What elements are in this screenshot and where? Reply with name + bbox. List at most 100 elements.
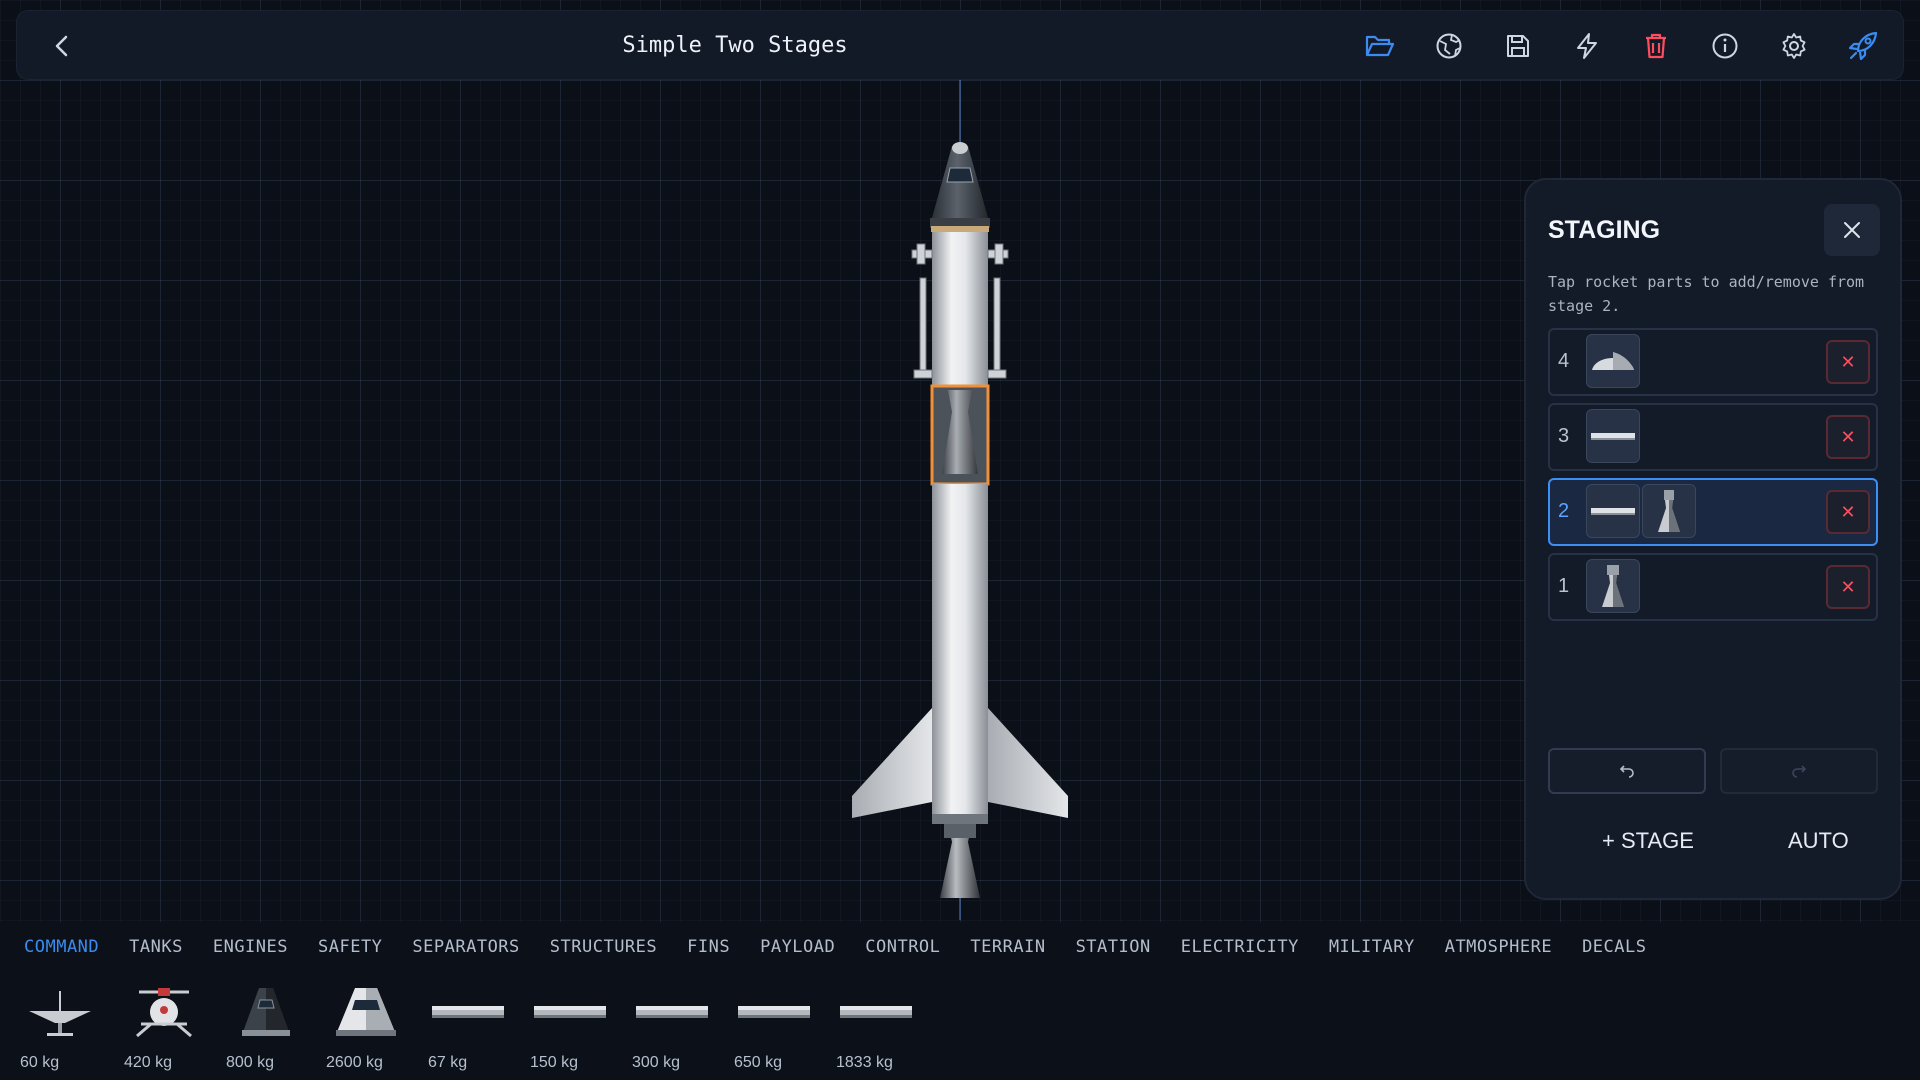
tab-terrain[interactable]: TERRAIN <box>970 937 1045 957</box>
remove-stage-button[interactable]: ✕ <box>1826 490 1870 534</box>
stage-row-4[interactable]: 4 ✕ <box>1548 328 1878 396</box>
upper-stage-engine[interactable] <box>930 384 990 486</box>
separator-icon <box>1591 508 1635 515</box>
tab-structures[interactable]: STRUCTURES <box>550 937 657 957</box>
launch-button[interactable] <box>1846 29 1880 63</box>
stage-part-engine[interactable] <box>1586 559 1640 613</box>
part-capsule-large[interactable]: 2600 kg <box>326 982 406 1072</box>
part-bar-300[interactable]: 300 kg <box>632 982 712 1072</box>
engine-icon <box>1602 565 1624 607</box>
part-bar-150[interactable]: 150 kg <box>530 982 610 1072</box>
part-bar-1833[interactable]: 1833 kg <box>836 982 916 1072</box>
separator-icon <box>1591 433 1635 440</box>
remove-stage-button[interactable]: ✕ <box>1826 565 1870 609</box>
category-tabs: COMMAND TANKS ENGINES SAFETY SEPARATORS … <box>24 937 1646 957</box>
staging-title: STAGING <box>1548 216 1661 244</box>
staging-hint: Tap rocket parts to add/remove from stag… <box>1548 273 1865 315</box>
build-canvas[interactable]: Simple Two Stages STAGING Tap rocket par… <box>0 0 1920 1080</box>
save-icon <box>1507 35 1529 57</box>
fin-left[interactable] <box>852 708 932 818</box>
lander-pod-icon <box>136 988 192 1038</box>
part-bar-650[interactable]: 650 kg <box>734 982 814 1072</box>
redo-button[interactable] <box>1720 748 1878 794</box>
tab-station[interactable]: STATION <box>1076 937 1151 957</box>
part-mass: 2600 kg <box>326 1054 383 1071</box>
stage-row-3[interactable]: 3 ✕ <box>1548 403 1878 471</box>
tab-engines[interactable]: ENGINES <box>213 937 288 957</box>
part-mass: 650 kg <box>734 1054 783 1071</box>
tab-safety[interactable]: SAFETY <box>318 937 382 957</box>
part-mass: 300 kg <box>632 1054 681 1071</box>
tab-military[interactable]: MILITARY <box>1329 937 1415 957</box>
lightning-button[interactable] <box>1570 29 1604 63</box>
planet-button[interactable] <box>1432 29 1466 63</box>
decoupler-ring[interactable] <box>931 226 989 232</box>
command-capsule[interactable] <box>930 142 990 228</box>
open-button[interactable] <box>1363 29 1397 63</box>
add-stage-button[interactable]: + STAGE <box>1602 828 1694 854</box>
tab-payload[interactable]: PAYLOAD <box>760 937 835 957</box>
save-button[interactable] <box>1501 29 1535 63</box>
stage-part-heat-shield[interactable] <box>1586 334 1640 388</box>
part-bar-67[interactable]: 67 kg <box>428 982 508 1072</box>
lightning-icon <box>1577 33 1597 59</box>
tab-separators[interactable]: SEPARATORS <box>412 937 519 957</box>
part-lander[interactable]: 420 kg <box>124 982 204 1072</box>
tab-electricity[interactable]: ELECTRICITY <box>1181 937 1299 957</box>
globe-icon <box>1436 33 1462 59</box>
close-icon <box>1844 222 1860 238</box>
part-mass: 67 kg <box>428 1054 468 1071</box>
part-mass: 60 kg <box>20 1054 60 1071</box>
main-engine[interactable] <box>940 824 980 898</box>
tab-command[interactable]: COMMAND <box>24 937 99 957</box>
part-mass: 1833 kg <box>836 1054 893 1071</box>
part-capsule-small[interactable]: 800 kg <box>226 982 306 1072</box>
probe-dish-icon <box>29 991 91 1036</box>
bar-part-icon <box>738 1006 810 1018</box>
fin-right[interactable] <box>988 708 1068 818</box>
auto-stage-button[interactable]: AUTO <box>1788 828 1849 854</box>
parts-bar: COMMAND TANKS ENGINES SAFETY SEPARATORS … <box>0 922 1920 1080</box>
part-mass: 150 kg <box>530 1054 579 1071</box>
rocket-launch-icon <box>1848 31 1878 61</box>
tab-control[interactable]: CONTROL <box>865 937 940 957</box>
stage-row-1[interactable]: 1 ✕ <box>1548 553 1878 621</box>
part-mass: 420 kg <box>124 1054 173 1071</box>
top-bar: Simple Two Stages <box>16 10 1904 80</box>
bar-part-icon <box>534 1006 606 1018</box>
tab-fins[interactable]: FINS <box>687 937 730 957</box>
part-probe[interactable]: 60 kg <box>20 982 100 1072</box>
info-button[interactable] <box>1708 29 1742 63</box>
stage-number: 3 <box>1558 425 1570 447</box>
stage-number: 2 <box>1558 500 1570 522</box>
upper-tank[interactable] <box>932 232 988 386</box>
close-staging-button[interactable] <box>1824 204 1880 256</box>
settings-button[interactable] <box>1777 29 1811 63</box>
info-icon <box>1712 33 1738 59</box>
trash-icon <box>1646 33 1666 59</box>
heat-shield-icon <box>1592 352 1634 370</box>
tab-atmosphere[interactable]: ATMOSPHERE <box>1445 937 1552 957</box>
capsule-large-icon <box>336 988 396 1036</box>
folder-open-icon <box>1365 35 1395 57</box>
tab-tanks[interactable]: TANKS <box>129 937 183 957</box>
staging-panel: STAGING Tap rocket parts to add/remove f… <box>1524 178 1902 900</box>
stage-number: 4 <box>1558 350 1570 372</box>
remove-stage-button[interactable]: ✕ <box>1826 340 1870 384</box>
tab-decals[interactable]: DECALS <box>1582 937 1646 957</box>
stage-number: 1 <box>1558 575 1570 597</box>
stage-part-separator[interactable] <box>1586 409 1640 463</box>
delete-button[interactable] <box>1639 29 1673 63</box>
stage-part-separator[interactable] <box>1586 484 1640 538</box>
lower-tank[interactable] <box>932 484 988 824</box>
undo-button[interactable] <box>1548 748 1706 794</box>
stage-row-2[interactable]: 2 ✕ <box>1548 478 1878 546</box>
remove-stage-button[interactable]: ✕ <box>1826 415 1870 459</box>
undo-icon <box>1619 765 1634 778</box>
bar-part-icon <box>636 1006 708 1018</box>
capsule-small-icon <box>242 988 290 1036</box>
rocket-assembly[interactable] <box>840 138 1080 908</box>
stage-part-engine[interactable] <box>1642 484 1696 538</box>
bar-part-icon <box>432 1006 504 1018</box>
redo-icon <box>1792 765 1807 778</box>
